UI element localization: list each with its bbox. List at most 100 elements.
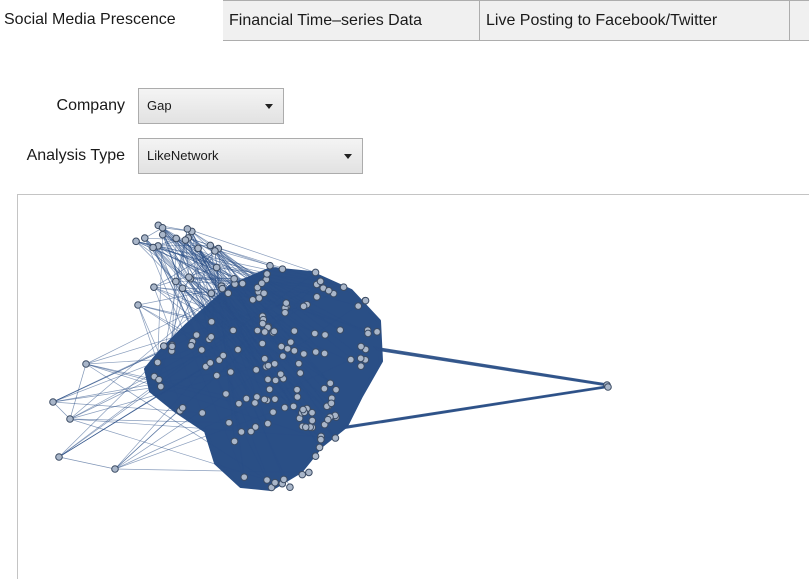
graph-node[interactable] <box>604 383 612 391</box>
graph-node[interactable] <box>260 395 269 404</box>
graph-node[interactable] <box>248 296 257 304</box>
graph-node[interactable] <box>242 394 251 403</box>
analysis-type-dropdown[interactable]: LikeNetwork <box>138 138 363 174</box>
graph-node[interactable] <box>299 350 308 358</box>
graph-node[interactable] <box>178 403 187 412</box>
graph-node[interactable] <box>280 475 288 484</box>
graph-node[interactable] <box>311 452 320 461</box>
graph-node[interactable] <box>270 359 279 368</box>
graph-node[interactable] <box>226 368 235 376</box>
graph-node[interactable] <box>212 263 221 272</box>
graph-node[interactable] <box>324 286 333 295</box>
graph-node[interactable] <box>238 279 247 288</box>
graph-node[interactable] <box>286 338 295 346</box>
graph-node[interactable] <box>364 329 372 338</box>
tab-financial-time-series-data[interactable]: Financial Time–series Data <box>222 0 480 40</box>
graph-node[interactable] <box>185 273 193 281</box>
graph-node[interactable] <box>317 435 325 444</box>
graph-node[interactable] <box>134 301 142 309</box>
graph-node[interactable] <box>332 385 340 394</box>
graph-node[interactable] <box>347 355 355 364</box>
graph-node[interactable] <box>271 376 280 385</box>
graph-node[interactable] <box>264 375 272 384</box>
graph-node[interactable] <box>282 299 291 307</box>
graph-node[interactable] <box>320 349 329 358</box>
graph-node[interactable] <box>324 415 332 424</box>
graph-node[interactable] <box>311 329 319 338</box>
graph-node[interactable] <box>197 346 206 354</box>
graph-node[interactable] <box>290 346 299 355</box>
graph-node[interactable] <box>49 398 57 406</box>
graph-node[interactable] <box>211 247 219 255</box>
graph-node[interactable] <box>222 390 230 398</box>
graph-node[interactable] <box>158 230 167 239</box>
graph-node[interactable] <box>158 223 167 232</box>
graph-node[interactable] <box>229 326 237 335</box>
graph-node[interactable] <box>293 393 302 401</box>
graph-node[interactable] <box>336 326 344 334</box>
graph-node[interactable] <box>258 319 267 328</box>
graph-node[interactable] <box>280 403 289 412</box>
graph-node[interactable] <box>298 470 307 479</box>
graph-node[interactable] <box>257 279 266 288</box>
graph-node[interactable] <box>271 478 279 487</box>
graph-node[interactable] <box>271 395 279 403</box>
graph-node[interactable] <box>327 399 336 408</box>
graph-node[interactable] <box>263 419 272 428</box>
graph-node[interactable] <box>278 265 287 273</box>
graph-node[interactable] <box>357 362 365 370</box>
graph-node[interactable] <box>207 317 216 326</box>
graph-node[interactable] <box>296 369 305 377</box>
graph-node[interactable] <box>281 308 289 317</box>
graph-node[interactable] <box>240 473 249 481</box>
graph-node[interactable] <box>286 483 294 492</box>
graph-node[interactable] <box>279 352 287 360</box>
graph-node[interactable] <box>181 236 190 244</box>
company-dropdown[interactable]: Gap <box>138 88 284 124</box>
graph-node[interactable] <box>373 328 381 336</box>
graph-node[interactable] <box>230 274 238 283</box>
graph-node[interactable] <box>237 428 246 436</box>
graph-node[interactable] <box>320 384 329 393</box>
graph-node[interactable] <box>219 351 228 360</box>
graph-node[interactable] <box>140 234 149 242</box>
graph-node[interactable] <box>260 328 269 336</box>
graph-node[interactable] <box>263 476 271 484</box>
graph-node[interactable] <box>277 342 286 351</box>
graph-node[interactable] <box>356 354 365 363</box>
graph-node[interactable] <box>207 333 215 341</box>
graph-node[interactable] <box>206 241 215 250</box>
graph-node[interactable] <box>357 342 365 351</box>
graph-node[interactable] <box>269 408 277 416</box>
graph-node[interactable] <box>251 399 259 407</box>
graph-node[interactable] <box>149 243 157 252</box>
graph-node[interactable] <box>156 382 165 391</box>
graph-node[interactable] <box>339 283 348 291</box>
graph-node[interactable] <box>159 342 168 350</box>
graph-node[interactable] <box>247 427 255 436</box>
graph-node[interactable] <box>326 379 335 388</box>
graph-node[interactable] <box>266 261 274 270</box>
graph-node[interactable] <box>311 268 320 277</box>
graph-node[interactable] <box>313 293 321 301</box>
graph-node[interactable] <box>253 326 262 335</box>
graph-node[interactable] <box>218 284 227 293</box>
graph-node[interactable] <box>361 296 370 305</box>
graph-node[interactable] <box>258 339 267 348</box>
graph-node[interactable] <box>308 416 317 425</box>
graph-node[interactable] <box>270 327 278 336</box>
graph-node[interactable] <box>212 371 221 380</box>
graph-node[interactable] <box>311 348 320 356</box>
graph-node[interactable] <box>172 277 180 286</box>
graph-node[interactable] <box>308 408 316 417</box>
graph-node[interactable] <box>153 358 162 367</box>
graph-node[interactable] <box>354 302 363 310</box>
graph-node[interactable] <box>305 468 313 477</box>
graph-node[interactable] <box>264 361 273 370</box>
tab-social-media-prescence[interactable]: Social Media Prescence <box>0 0 223 42</box>
graph-node[interactable] <box>132 237 140 246</box>
graph-node[interactable] <box>265 385 274 394</box>
graph-node[interactable] <box>66 415 74 423</box>
graph-node[interactable] <box>187 341 195 350</box>
graph-node[interactable] <box>178 284 187 293</box>
